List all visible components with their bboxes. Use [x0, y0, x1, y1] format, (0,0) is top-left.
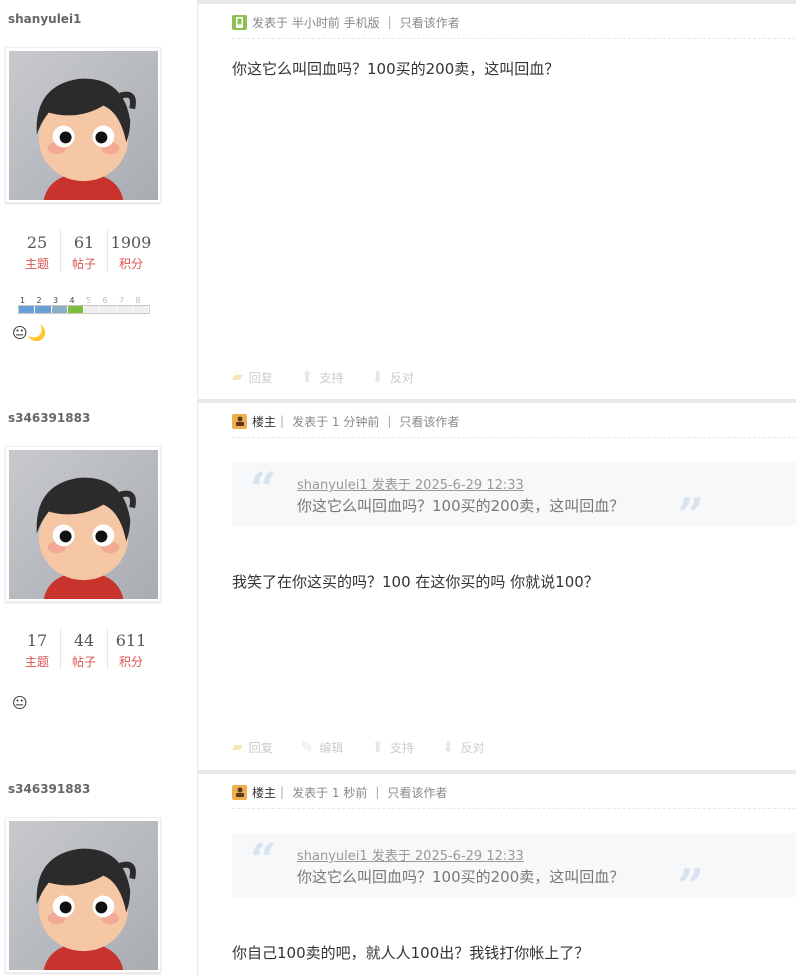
oppose-button[interactable]: ⬇ 反对	[442, 738, 485, 756]
support-button[interactable]: ⬆ 支持	[301, 368, 344, 386]
up-arrow-icon: ⬆	[371, 738, 384, 756]
stat-points[interactable]: 1909 积分	[108, 230, 154, 272]
post-1: shanyulei1 25 主题 61 帖子 1909 积分 12 34 56	[0, 0, 796, 398]
quote-text: 你这它么叫回血吗？100买的200卖，这叫回血？	[297, 497, 625, 515]
poster-badge: 楼主	[252, 785, 277, 800]
quote-author-link[interactable]: shanyulei1 发表于 2025-6-29 12:33	[297, 474, 524, 493]
avatar-image	[9, 821, 158, 970]
avatar[interactable]	[5, 47, 161, 203]
post-text: 我笑了在你这买的吗？100 在这你买的吗 你就说100？	[232, 573, 599, 591]
level-meter: 12 34 56 78	[18, 296, 150, 314]
medal-emojis: 😐	[12, 694, 28, 712]
support-button[interactable]: ⬆ 支持	[371, 738, 414, 756]
post-content: 楼主 | 发表于 1 分钟前 | 只看该作者 “ shanyulei1 发表于 …	[198, 399, 796, 769]
author-sidebar: s346391883 17 主题 44 帖子 611 积分 😐	[0, 399, 198, 769]
post-time: 发表于 1 分钟前	[292, 414, 380, 429]
only-author-link[interactable]: 只看该作者	[399, 413, 459, 430]
post-time: 发表于 半小时前 手机版	[252, 15, 380, 30]
reply-button[interactable]: ▰ 回复	[232, 738, 273, 756]
quote-text: 你这它么叫回血吗？100买的200卖，这叫回血？	[297, 868, 625, 886]
up-arrow-icon: ⬆	[300, 368, 314, 386]
only-author-link[interactable]: 只看该作者	[400, 14, 460, 31]
edit-button[interactable]: ✎ 编辑	[301, 738, 344, 756]
author-stats: 25 主题 61 帖子 1909 积分	[14, 230, 154, 272]
mobile-icon	[232, 14, 247, 30]
post-meta: 发表于 半小时前 手机版 | 只看该作者	[232, 12, 796, 39]
open-quote-icon: “	[250, 462, 277, 516]
reply-icon: ▰	[232, 739, 243, 755]
post-text: 你自己100卖的吧，就人人100出？我钱打你帐上了？	[232, 944, 590, 962]
post-2: s346391883 17 主题 44 帖子 611 积分 😐 楼主 | 发表于…	[0, 399, 796, 769]
author-sidebar: shanyulei1 25 主题 61 帖子 1909 积分 12 34 56	[0, 0, 198, 398]
quote-author-link[interactable]: shanyulei1 发表于 2025-6-29 12:33	[297, 845, 524, 864]
author-stats: 17 主题 44 帖子 611 积分	[14, 628, 154, 670]
oppose-button[interactable]: ⬇ 反对	[371, 368, 414, 386]
thread-starter-icon	[232, 413, 247, 429]
author-name[interactable]: s346391883	[8, 782, 90, 796]
stat-topics[interactable]: 25 主题	[14, 230, 61, 272]
post-actions: ▰ 回复 ⬆ 支持 ⬇ 反对	[232, 368, 442, 386]
post-3: s346391883 楼主 | 发表于 1 秒前 | 只看该作者 “ shany…	[0, 770, 796, 976]
author-sidebar: s346391883	[0, 770, 198, 976]
down-arrow-icon: ⬇	[371, 368, 384, 386]
post-text: 你这它么叫回血吗？100买的200卖，这叫回血？	[232, 60, 560, 78]
avatar[interactable]	[5, 446, 161, 602]
quote-block: “ shanyulei1 发表于 2025-6-29 12:33 你这它么叫回血…	[232, 833, 796, 913]
level-numbers: 12 34 56 78	[20, 296, 141, 305]
reply-icon: ▰	[232, 369, 243, 385]
post-meta: 楼主 | 发表于 1 秒前 | 只看该作者	[232, 782, 796, 809]
close-quote-icon: ”	[677, 488, 704, 542]
author-name[interactable]: shanyulei1	[8, 12, 81, 26]
stat-points[interactable]: 611 积分	[108, 628, 154, 670]
avatar-image	[9, 51, 158, 200]
pencil-icon: ✎	[300, 738, 314, 756]
level-bar	[18, 305, 150, 314]
author-name[interactable]: s346391883	[8, 411, 90, 425]
stat-topics[interactable]: 17 主题	[14, 628, 61, 670]
thread-starter-icon	[232, 784, 247, 800]
stat-posts[interactable]: 61 帖子	[61, 230, 108, 272]
post-content: 楼主 | 发表于 1 秒前 | 只看该作者 “ shanyulei1 发表于 2…	[198, 770, 796, 976]
open-quote-icon: “	[250, 833, 277, 887]
post-time: 发表于 1 秒前	[292, 785, 368, 800]
medal-emojis: 😐🌙	[12, 324, 47, 342]
down-arrow-icon: ⬇	[441, 738, 455, 756]
avatar-image	[9, 450, 158, 599]
reply-button[interactable]: ▰ 回复	[232, 368, 273, 386]
post-actions: ▰ 回复 ✎ 编辑 ⬆ 支持 ⬇ 反对	[232, 738, 513, 756]
avatar[interactable]	[5, 817, 161, 973]
close-quote-icon: ”	[677, 859, 704, 913]
quote-block: “ shanyulei1 发表于 2025-6-29 12:33 你这它么叫回血…	[232, 462, 796, 542]
stat-posts[interactable]: 44 帖子	[61, 628, 108, 670]
post-content: 发表于 半小时前 手机版 | 只看该作者 你这它么叫回血吗？100买的200卖，…	[198, 0, 796, 398]
only-author-link[interactable]: 只看该作者	[387, 784, 447, 801]
poster-badge: 楼主	[252, 414, 277, 429]
post-meta: 楼主 | 发表于 1 分钟前 | 只看该作者	[232, 411, 796, 438]
